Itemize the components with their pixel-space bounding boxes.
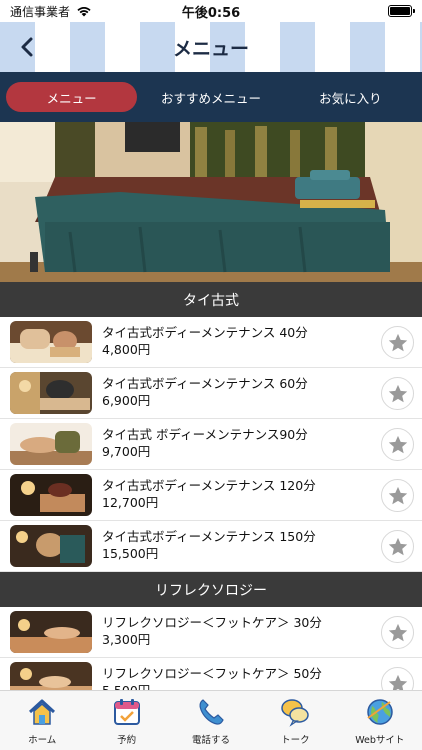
tab-recommended[interactable]: おすすめメニュー bbox=[145, 82, 276, 112]
section-header-thai: タイ古式 bbox=[0, 282, 422, 317]
list-item[interactable]: タイ古式ボディーメンテナンス 40分 4,800円 bbox=[0, 317, 422, 368]
menu-item-text: タイ古式ボディーメンテナンス 60分 6,900円 bbox=[102, 375, 308, 409]
favorite-button[interactable] bbox=[381, 428, 414, 461]
chat-icon bbox=[281, 699, 310, 727]
menu-item-name: タイ古式ボディーメンテナンス 120分 bbox=[102, 478, 316, 493]
tab-favorites[interactable]: お気に入り bbox=[285, 82, 416, 112]
nav-call[interactable]: 電話する bbox=[169, 691, 253, 750]
tab-menu[interactable]: メニュー bbox=[6, 82, 138, 112]
menu-item-text: タイ古式ボディーメンテナンス 40分 4,800円 bbox=[102, 324, 308, 358]
menu-thumbnail bbox=[10, 423, 92, 465]
menu-item-name: リフレクソロジー＜フットケア＞ 30分 bbox=[102, 615, 322, 630]
nav-talk-label: トーク bbox=[281, 735, 310, 746]
nav-home[interactable]: ホーム bbox=[0, 691, 84, 750]
status-left: 通信事業者 bbox=[10, 3, 92, 20]
calendar-icon bbox=[113, 699, 140, 725]
battery-icon bbox=[388, 5, 415, 17]
carrier-label: 通信事業者 bbox=[10, 4, 71, 19]
header: メニュー bbox=[0, 22, 422, 72]
list-item[interactable]: リフレクソロジー＜フットケア＞ 30分 3,300円 bbox=[0, 607, 422, 658]
menu-thumbnail bbox=[10, 525, 92, 567]
menu-item-text: タイ古式 ボディーメンテナンス90分 9,700円 bbox=[102, 426, 308, 460]
menu-item-price: 6,900円 bbox=[102, 393, 151, 408]
wifi-icon bbox=[76, 5, 92, 17]
list-item[interactable]: タイ古式 ボディーメンテナンス90分 9,700円 bbox=[0, 419, 422, 470]
status-bar: 通信事業者 午後0:56 bbox=[0, 0, 422, 22]
nav-call-label: 電話する bbox=[192, 735, 231, 746]
menu-item-text: タイ古式ボディーメンテナンス 150分 15,500円 bbox=[102, 528, 316, 562]
star-icon bbox=[388, 435, 407, 453]
favorite-button[interactable] bbox=[381, 530, 414, 563]
star-icon bbox=[388, 486, 407, 504]
menu-item-text: リフレクソロジー＜フットケア＞ 30分 3,300円 bbox=[102, 614, 322, 648]
menu-item-name: タイ古式ボディーメンテナンス 150分 bbox=[102, 529, 316, 544]
menu-item-price: 15,500円 bbox=[102, 546, 159, 561]
menu-item-price: 12,700円 bbox=[102, 495, 159, 510]
page-title: メニュー bbox=[172, 37, 249, 60]
favorite-button[interactable] bbox=[381, 377, 414, 410]
globe-icon bbox=[367, 699, 393, 725]
star-icon bbox=[388, 384, 407, 402]
tab-bar: メニュー おすすめメニュー お気に入り bbox=[0, 72, 422, 122]
favorite-button[interactable] bbox=[381, 479, 414, 512]
list-item[interactable]: タイ古式ボディーメンテナンス 150分 15,500円 bbox=[0, 521, 422, 572]
menu-item-name: タイ古式 ボディーメンテナンス90分 bbox=[102, 427, 308, 442]
list-item[interactable]: タイ古式ボディーメンテナンス 120分 12,700円 bbox=[0, 470, 422, 521]
menu-item-price: 3,300円 bbox=[102, 632, 151, 647]
star-icon bbox=[388, 333, 407, 351]
favorite-button[interactable] bbox=[381, 326, 414, 359]
menu-thumbnail bbox=[10, 474, 92, 516]
phone-icon bbox=[199, 699, 224, 725]
nav-website[interactable]: Webサイト bbox=[338, 691, 422, 750]
back-button[interactable] bbox=[12, 32, 42, 62]
menu-item-price: 9,700円 bbox=[102, 444, 151, 459]
status-time: 午後0:56 bbox=[181, 5, 241, 21]
menu-item-name: タイ古式ボディーメンテナンス 40分 bbox=[102, 325, 308, 340]
nav-home-label: ホーム bbox=[28, 735, 57, 746]
hero-image bbox=[0, 122, 422, 282]
menu-item-name: リフレクソロジー＜フットケア＞ 50分 bbox=[102, 666, 322, 681]
star-icon bbox=[388, 537, 407, 555]
menu-thumbnail bbox=[10, 611, 92, 653]
nav-reserve[interactable]: 予約 bbox=[84, 691, 168, 750]
menu-thumbnail bbox=[10, 321, 92, 363]
favorite-button[interactable] bbox=[381, 616, 414, 649]
bottom-nav: ホーム 予約 電話する トーク Webサイト bbox=[0, 690, 422, 750]
nav-website-label: Webサイト bbox=[355, 735, 405, 746]
menu-thumbnail bbox=[10, 372, 92, 414]
section-header-reflexology: リフレクソロジー bbox=[0, 572, 422, 607]
chevron-left-icon bbox=[21, 37, 33, 57]
nav-talk[interactable]: トーク bbox=[253, 691, 337, 750]
nav-reserve-label: 予約 bbox=[117, 735, 137, 746]
menu-item-text: タイ古式ボディーメンテナンス 120分 12,700円 bbox=[102, 477, 316, 511]
list-item[interactable]: タイ古式ボディーメンテナンス 60分 6,900円 bbox=[0, 368, 422, 419]
star-icon bbox=[388, 623, 407, 641]
menu-item-price: 4,800円 bbox=[102, 342, 151, 357]
home-icon bbox=[29, 699, 56, 725]
menu-item-name: タイ古式ボディーメンテナンス 60分 bbox=[102, 376, 308, 391]
